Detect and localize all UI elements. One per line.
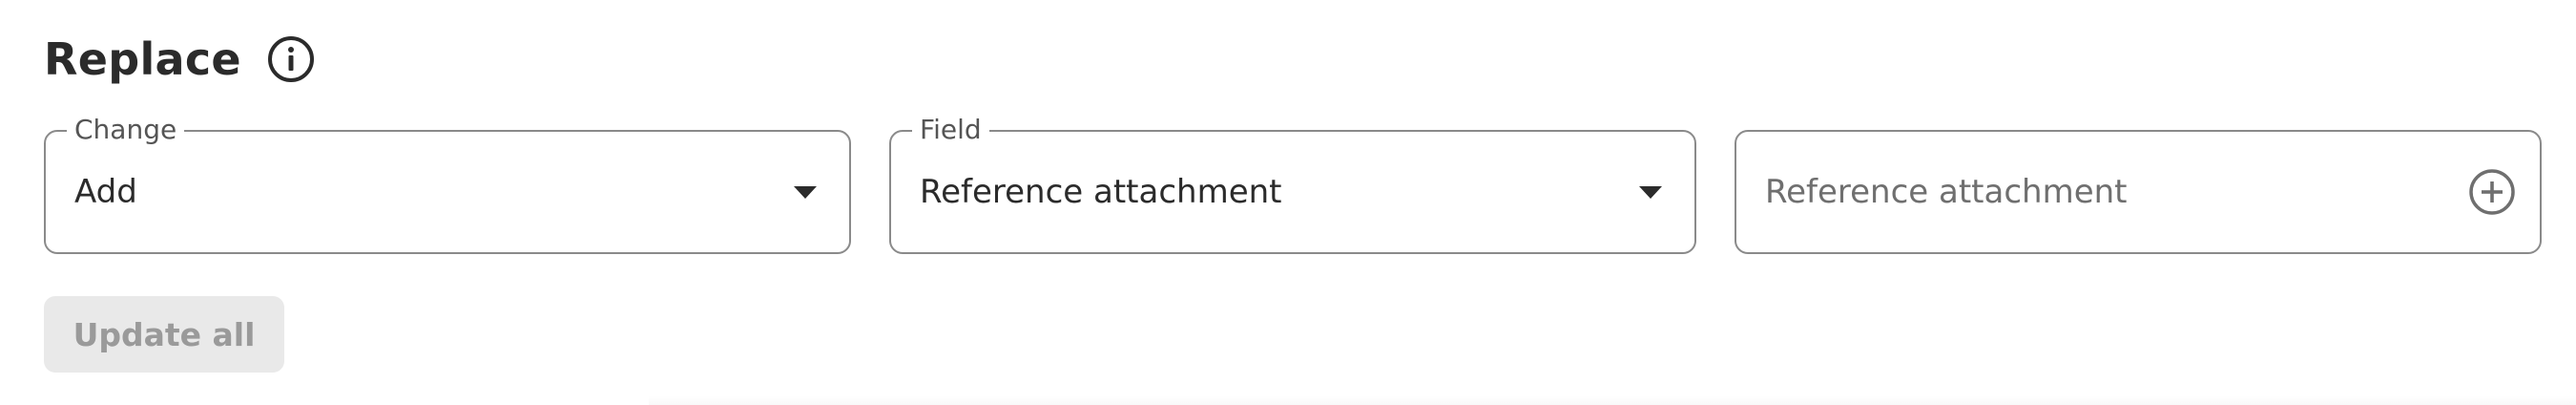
reference-attachment-placeholder: Reference attachment [1765, 173, 2128, 211]
divider [649, 395, 2576, 405]
update-all-button[interactable]: Update all [44, 296, 284, 373]
caret-down-icon[interactable] [794, 186, 817, 199]
field-select[interactable]: Field Reference attachment [889, 113, 1696, 254]
change-select[interactable]: Change Add [44, 113, 851, 254]
info-circle-icon[interactable] [266, 34, 316, 84]
caret-down-icon[interactable] [1639, 186, 1662, 199]
section-header: Replace [44, 29, 316, 90]
plus-circle-icon[interactable] [2467, 167, 2517, 217]
field-select-value: Reference attachment [920, 173, 1282, 211]
replace-panel: Replace Change Add Field Reference attac… [0, 0, 2576, 405]
section-title: Replace [44, 33, 241, 85]
change-select-value: Add [74, 173, 137, 211]
reference-attachment-input[interactable]: Reference attachment [1735, 130, 2542, 254]
